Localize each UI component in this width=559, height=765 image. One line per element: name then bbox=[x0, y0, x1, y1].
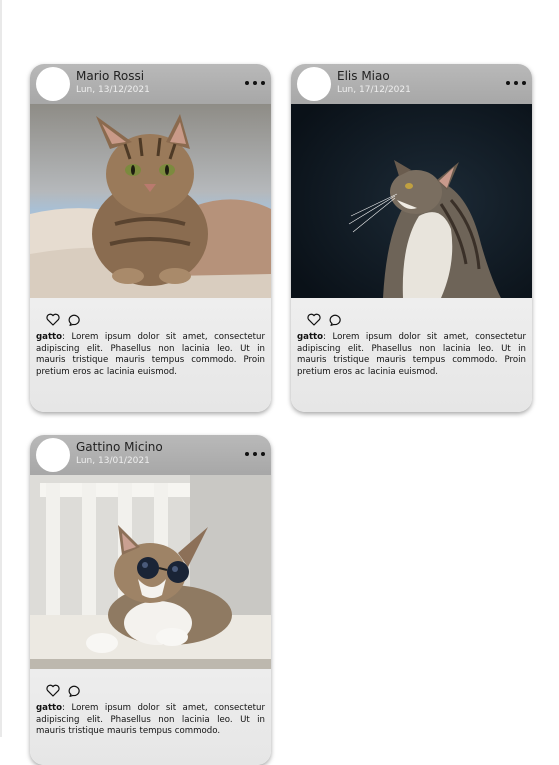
post-photo[interactable] bbox=[30, 475, 271, 669]
post-date: Lun, 13/01/2021 bbox=[76, 456, 150, 466]
caption-username[interactable]: gatto bbox=[36, 332, 62, 342]
comment-icon[interactable] bbox=[68, 313, 82, 326]
post-card: Elis Miao Lun, 17/12/2021 gatto: Lorem i… bbox=[291, 64, 532, 412]
caption-text: : Lorem ipsum dolor sit amet, consectetu… bbox=[297, 332, 526, 377]
post-date: Lun, 13/12/2021 bbox=[76, 85, 150, 95]
post-header: Elis Miao Lun, 17/12/2021 bbox=[291, 64, 532, 104]
caption-text: : Lorem ipsum dolor sit amet, consectetu… bbox=[36, 703, 265, 736]
post-caption: gatto: Lorem ipsum dolor sit amet, conse… bbox=[297, 332, 526, 378]
comment-icon[interactable] bbox=[68, 684, 82, 697]
avatar[interactable] bbox=[297, 67, 331, 101]
caption-username[interactable]: gatto bbox=[36, 703, 62, 713]
comment-icon[interactable] bbox=[329, 313, 343, 326]
post-actions bbox=[30, 669, 271, 703]
caption-text: : Lorem ipsum dolor sit amet, consectetu… bbox=[36, 332, 265, 377]
post-header: Gattino Micino Lun, 13/01/2021 bbox=[30, 435, 271, 475]
post-photo[interactable] bbox=[291, 104, 532, 298]
post-caption: gatto: Lorem ipsum dolor sit amet, conse… bbox=[36, 332, 265, 378]
avatar[interactable] bbox=[36, 67, 70, 101]
more-options-icon[interactable] bbox=[245, 76, 265, 90]
post-card: Mario Rossi Lun, 13/12/2021 gatto: Lorem… bbox=[30, 64, 271, 412]
caption-username[interactable]: gatto bbox=[297, 332, 323, 342]
post-author[interactable]: Gattino Micino bbox=[76, 440, 163, 454]
post-actions bbox=[30, 298, 271, 332]
more-options-icon[interactable] bbox=[506, 76, 526, 90]
heart-icon[interactable] bbox=[46, 313, 60, 326]
heart-icon[interactable] bbox=[307, 313, 321, 326]
post-photo[interactable] bbox=[30, 104, 271, 298]
post-actions bbox=[291, 298, 532, 332]
more-options-icon[interactable] bbox=[245, 447, 265, 461]
post-author[interactable]: Mario Rossi bbox=[76, 69, 144, 83]
post-header: Mario Rossi Lun, 13/12/2021 bbox=[30, 64, 271, 104]
avatar[interactable] bbox=[36, 438, 70, 472]
post-author[interactable]: Elis Miao bbox=[337, 69, 390, 83]
page-left-border bbox=[0, 0, 2, 737]
post-card: Gattino Micino Lun, 13/01/2021 gatto: Lo… bbox=[30, 435, 271, 765]
heart-icon[interactable] bbox=[46, 684, 60, 697]
post-date: Lun, 17/12/2021 bbox=[337, 85, 411, 95]
post-caption: gatto: Lorem ipsum dolor sit amet, conse… bbox=[36, 703, 265, 738]
